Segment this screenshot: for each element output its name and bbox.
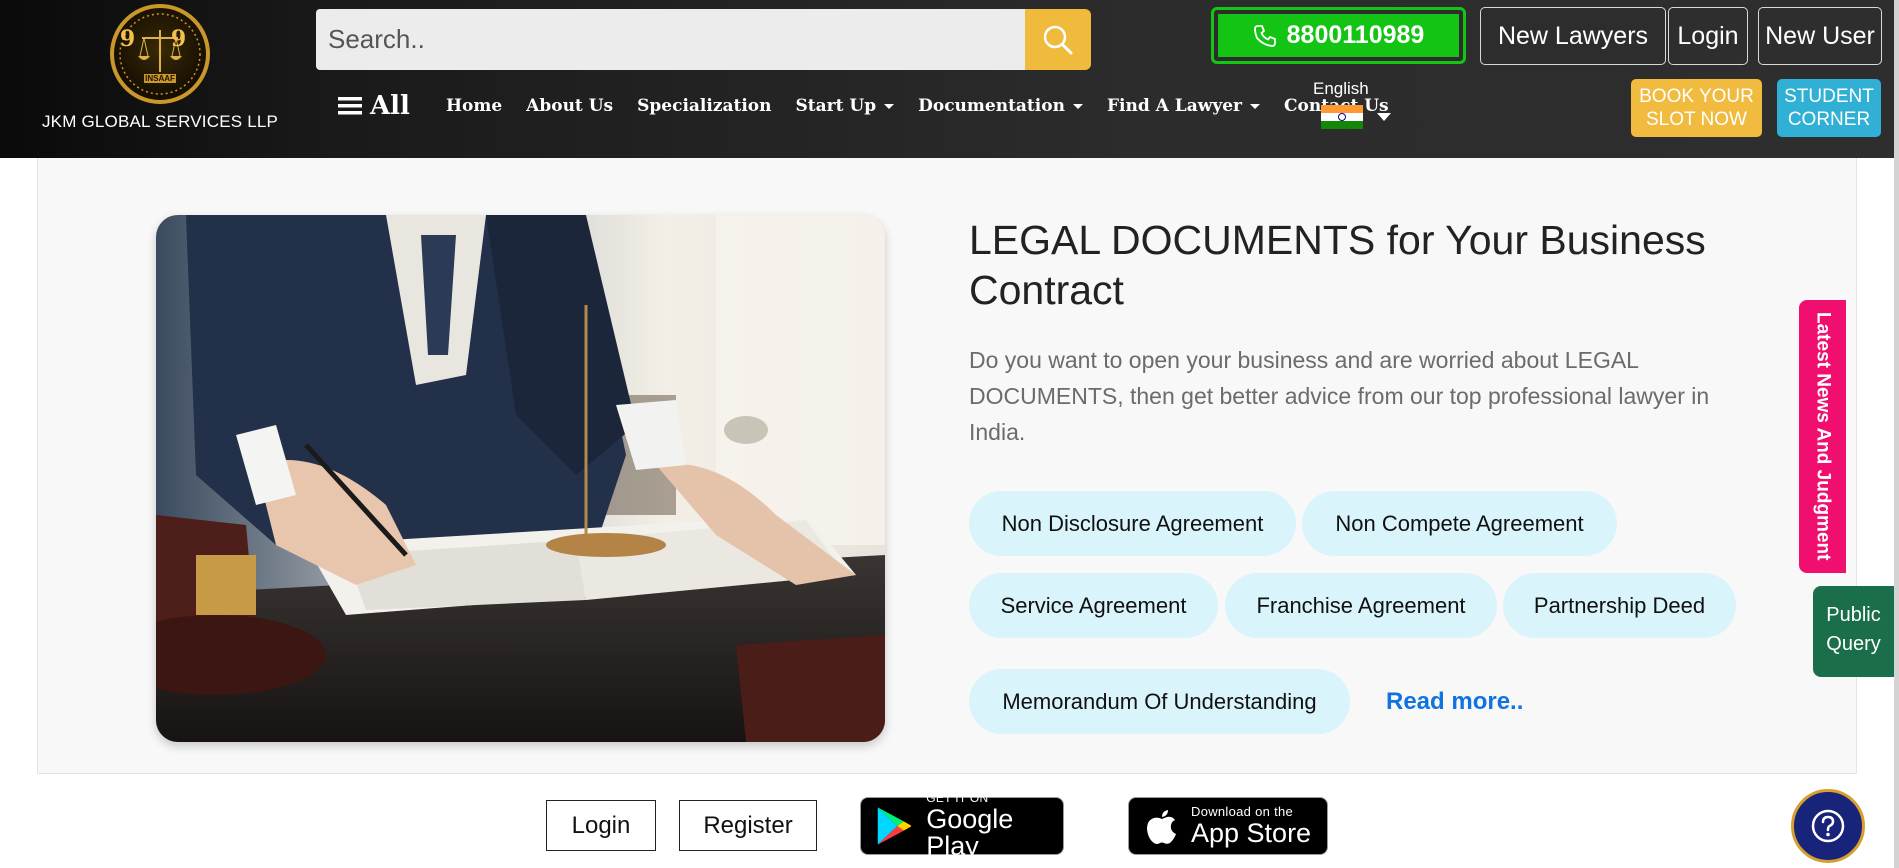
india-flag-icon [1321,105,1363,129]
header-login-button[interactable]: Login [1668,7,1748,65]
latest-news-tab[interactable]: Latest News And Judgment [1799,300,1846,573]
google-play-big-text: Google Play [926,804,1014,861]
search-icon [1043,25,1073,54]
page-title: LEGAL DOCUMENTS for Your Business Contra… [969,217,1706,313]
public-query-line1: Public [1826,604,1881,626]
chevron-down-icon [1377,113,1391,121]
book-slot-button[interactable]: BOOK YOUR SLOT NOW [1631,79,1762,137]
phone-call-button[interactable]: 8800110989 [1211,7,1466,64]
google-play-badge[interactable]: GET IT ON Google Play [860,792,1064,860]
main-nav: All Home About Us Specialization Start U… [338,86,1413,126]
footer-register-button[interactable]: Register [679,800,817,851]
footer-login-button[interactable]: Login [546,800,656,851]
pill-non-disclosure-agreement[interactable]: Non Disclosure Agreement [969,491,1296,556]
brand-emblem: 9 9 INSAAF [110,4,210,104]
language-label: English [1313,79,1369,98]
phone-icon [1253,24,1276,47]
public-query-line2: Query [1826,633,1881,655]
help-button[interactable] [1791,789,1865,863]
nav-home[interactable]: Home [446,96,502,116]
google-play-small-text: GET IT ON [926,791,989,805]
pill-non-compete-agreement[interactable]: Non Compete Agreement [1302,491,1617,556]
page-scrollbar[interactable] [1894,0,1899,868]
pill-service-agreement[interactable]: Service Agreement [969,573,1218,638]
menu-icon [338,97,362,115]
new-lawyers-button[interactable]: New Lawyers [1480,7,1666,65]
public-query-tab[interactable]: Public Query [1813,586,1894,677]
app-store-badge[interactable]: Download on the App Store [1128,797,1328,855]
all-menu-label: All [370,91,410,121]
nav-documentation-label: Documentation [918,96,1065,116]
nav-about-us[interactable]: About Us [526,96,613,116]
language-selector[interactable]: English [1313,79,1391,129]
nav-start-up-label: Start Up [795,96,877,116]
chevron-down-icon [1072,104,1083,109]
help-icon [1811,809,1845,843]
google-play-icon [877,807,912,845]
student-line1: STUDENT [1784,86,1874,107]
student-line2: CORNER [1787,109,1871,130]
nav-specialization[interactable]: Specialization [637,96,771,116]
brand-logo[interactable]: 9 9 INSAAF JKM GLOBAL SERVICES LLP [40,4,280,154]
brand-name: JKM GLOBAL SERVICES LLP [41,112,279,131]
hero-image [156,215,885,742]
new-user-button[interactable]: New User [1758,7,1882,65]
emblem-word: INSAAF [145,74,175,83]
latest-news-label: Latest News And Judgment [1812,312,1834,561]
all-menu-button[interactable]: All [338,91,410,121]
emblem-digits: 9 9 [119,26,201,52]
chevron-down-icon [1250,104,1261,109]
nav-documentation[interactable]: Documentation [918,96,1083,116]
search-input[interactable] [316,9,1025,70]
pill-franchise-agreement[interactable]: Franchise Agreement [1225,573,1497,638]
nav-start-up[interactable]: Start Up [796,96,895,116]
search-button[interactable] [1025,9,1091,70]
search-bar [316,9,1091,70]
nav-find-a-lawyer-label: Find A Lawyer [1106,96,1243,116]
book-slot-line2: SLOT NOW [1646,109,1747,130]
page-description: Do you want to open your business and ar… [969,347,1710,445]
app-store-big-text: App Store [1191,818,1312,848]
book-slot-line1: BOOK YOUR [1639,86,1754,107]
nav-find-a-lawyer[interactable]: Find A Lawyer [1106,96,1261,116]
chevron-down-icon [884,104,895,109]
site-header: 9 9 INSAAF JKM GLOBAL SERVICES LLP 88001… [0,0,1899,158]
apple-icon [1147,810,1176,844]
pill-memorandum-of-understanding[interactable]: Memorandum Of Understanding [969,669,1350,734]
app-store-small-text: Download on the [1191,804,1294,819]
student-corner-button[interactable]: STUDENT CORNER [1777,79,1881,137]
read-more-link[interactable]: Read more.. [1386,688,1523,716]
pill-partnership-deed[interactable]: Partnership Deed [1503,573,1736,638]
phone-number: 8800110989 [1286,21,1425,49]
